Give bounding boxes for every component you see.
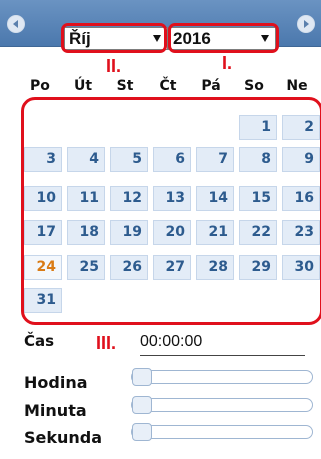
day-cell[interactable]: 14: [196, 186, 234, 211]
day-cell[interactable]: 21: [196, 220, 234, 245]
day-cell[interactable]: 25: [67, 255, 105, 280]
day-cell[interactable]: 2: [282, 115, 320, 140]
annotation-month: II.: [106, 56, 122, 76]
time-value-field[interactable]: 00:00:00: [140, 333, 305, 356]
hour-slider[interactable]: [131, 368, 313, 386]
day-cell[interactable]: 20: [153, 220, 191, 245]
weekday-st: St: [116, 78, 134, 94]
day-cell[interactable]: 28: [196, 255, 234, 280]
day-cell[interactable]: 19: [110, 220, 148, 245]
day-cell[interactable]: 12: [110, 186, 148, 211]
month-select-value: Říj: [69, 29, 91, 48]
day-cell[interactable]: 9: [282, 147, 320, 172]
month-select[interactable]: Říj: [64, 27, 168, 50]
dropdown-arrow-icon: [153, 35, 161, 42]
annotation-year: I.: [222, 53, 233, 73]
chevron-left-icon[interactable]: [7, 15, 25, 33]
weekday-po: Po: [30, 78, 50, 94]
day-cell[interactable]: 30: [282, 255, 320, 280]
day-cell[interactable]: 18: [67, 220, 105, 245]
chevron-right-icon[interactable]: [297, 15, 315, 33]
day-cell[interactable]: 8: [239, 147, 277, 172]
minute-slider[interactable]: [131, 396, 313, 414]
hour-slider-handle[interactable]: [132, 368, 152, 386]
time-label: Čas: [24, 332, 55, 350]
day-cell-today[interactable]: 24: [24, 255, 62, 280]
day-cell[interactable]: 6: [153, 147, 191, 172]
annotation-time: III.: [96, 333, 117, 353]
day-cell[interactable]: 27: [153, 255, 191, 280]
second-slider-handle[interactable]: [132, 423, 152, 441]
day-cell[interactable]: 13: [153, 186, 191, 211]
day-cell[interactable]: 5: [110, 147, 148, 172]
year-select-value: 2016: [173, 29, 211, 48]
day-cell[interactable]: 26: [110, 255, 148, 280]
second-slider[interactable]: [131, 423, 313, 441]
minute-label: Minuta: [24, 401, 87, 420]
day-cell[interactable]: 29: [239, 255, 277, 280]
day-cell[interactable]: 17: [24, 220, 62, 245]
day-cell[interactable]: 4: [67, 147, 105, 172]
dropdown-arrow-icon: [261, 35, 269, 42]
day-cell[interactable]: 11: [67, 186, 105, 211]
day-cell[interactable]: 15: [239, 186, 277, 211]
weekday-pa: Pá: [201, 78, 221, 94]
hour-label: Hodina: [24, 373, 88, 392]
day-cell[interactable]: 22: [239, 220, 277, 245]
day-cell[interactable]: 23: [282, 220, 320, 245]
weekday-so: So: [244, 78, 264, 94]
day-cell[interactable]: 3: [24, 147, 62, 172]
year-select[interactable]: 2016: [168, 27, 276, 50]
day-cell[interactable]: 1: [239, 115, 277, 140]
day-cell[interactable]: 16: [282, 186, 320, 211]
minute-slider-handle[interactable]: [132, 396, 152, 414]
day-cell[interactable]: 31: [24, 288, 62, 313]
day-cell[interactable]: 10: [24, 186, 62, 211]
weekday-ne: Ne: [286, 78, 308, 94]
second-label: Sekunda: [24, 428, 103, 447]
day-cell[interactable]: 7: [196, 147, 234, 172]
weekday-ct: Čt: [159, 78, 177, 94]
weekday-ut: Út: [73, 78, 93, 94]
